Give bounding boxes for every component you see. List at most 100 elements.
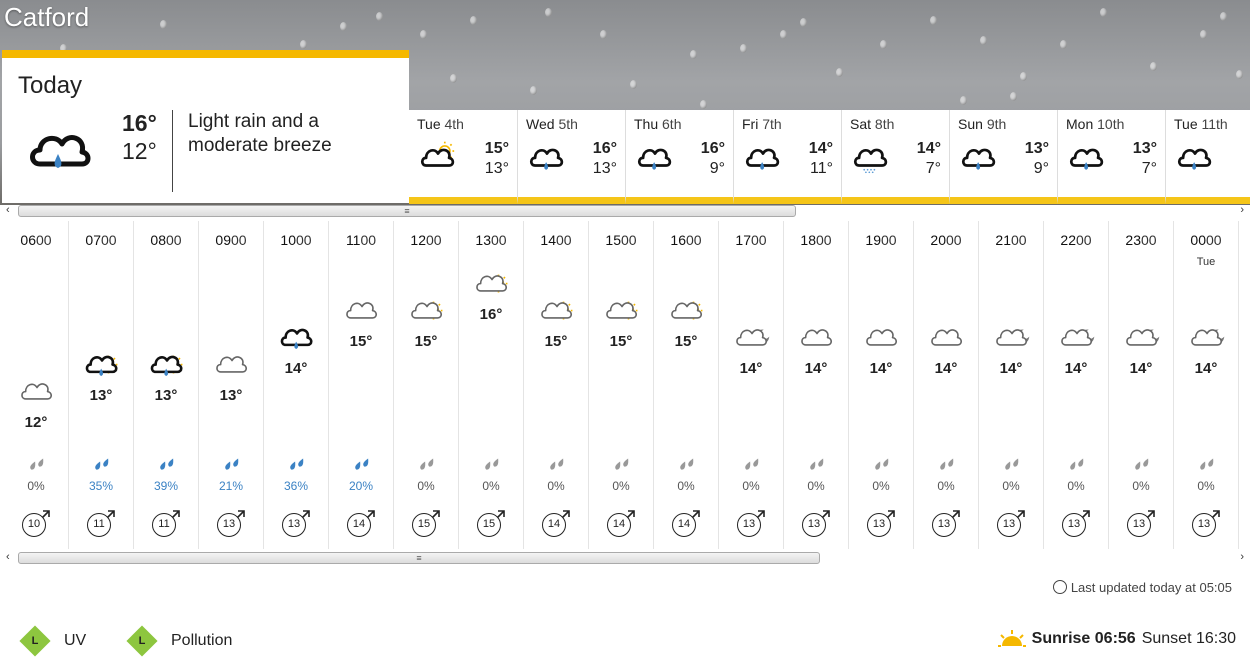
- hour-temperature: 15°: [349, 333, 373, 350]
- hour-time: 0700: [85, 232, 117, 248]
- hour-column[interactable]: 1500 15° 0% 14: [589, 221, 654, 549]
- raindrops-icon: [1005, 458, 1019, 470]
- hour-column[interactable]: 1600 15° 0% 14: [654, 221, 719, 549]
- wind-indicator: 14: [347, 509, 377, 539]
- hour-column[interactable]: 2200 14° 0% 13: [1044, 221, 1109, 549]
- cloud-sun-rain-icon: [84, 354, 120, 382]
- hour-temperature: 15°: [544, 333, 568, 350]
- pollution-indicator[interactable]: L Pollution: [126, 625, 233, 657]
- day-name: Mon 10th: [1066, 116, 1125, 132]
- uv-indicator[interactable]: L UV: [19, 625, 86, 657]
- cloud-sun-icon: [415, 140, 461, 178]
- raindrop-decoration: [420, 30, 427, 39]
- wind-speed: 13: [1192, 513, 1216, 537]
- cloud-moon-icon: [1189, 327, 1225, 355]
- hour-temperature: 15°: [414, 333, 438, 350]
- hour-time: 2200: [1060, 232, 1092, 248]
- raindrop-decoration: [300, 40, 307, 49]
- cloud-rain-icon: [1064, 140, 1110, 178]
- hour-column[interactable]: 0600 12° 0% 10: [4, 221, 69, 549]
- raindrops-icon: [1070, 458, 1084, 470]
- day-high: 13°: [1132, 140, 1157, 157]
- day-tile[interactable]: Mon 10th 13° 7°: [1057, 110, 1165, 204]
- hour-temperature: 14°: [1064, 360, 1088, 377]
- hour-column[interactable]: 1900 14° 0% 13: [849, 221, 914, 549]
- scroll-left-icon[interactable]: ‹: [6, 204, 10, 216]
- hour-column[interactable]: 0700 13° 35% 11: [69, 221, 134, 549]
- wind-speed: 13: [1127, 513, 1151, 537]
- day-tile[interactable]: Sat 8th 14° 7°: [841, 110, 949, 204]
- cloud-rain-icon: [1172, 140, 1218, 178]
- pollution-label: Pollution: [171, 632, 233, 649]
- hour-time: 1200: [410, 232, 442, 248]
- scroll-right-icon[interactable]: ›: [1240, 204, 1244, 216]
- hour-column[interactable]: 1700 14° 0% 13: [719, 221, 784, 549]
- hour-temperature: 14°: [999, 360, 1023, 377]
- hour-column[interactable]: 0000 Tue 14° 0% 13: [1174, 221, 1239, 549]
- raindrops-icon: [420, 458, 434, 470]
- hour-column[interactable]: 2000 14° 0% 13: [914, 221, 979, 549]
- day-tile[interactable]: Thu 6th 16° 9°: [625, 110, 733, 204]
- rain-chance: 0%: [807, 479, 825, 493]
- rain-chance: 0%: [1002, 479, 1020, 493]
- wind-indicator: 13: [802, 509, 832, 539]
- day-name: Tue 11th: [1174, 116, 1228, 132]
- hour-temperature: 13°: [219, 387, 243, 404]
- hour-column[interactable]: 1100 15° 20% 14: [329, 221, 394, 549]
- raindrops-icon: [875, 458, 889, 470]
- hour-column[interactable]: 1800 14° 0% 13: [784, 221, 849, 549]
- wind-indicator: 13: [867, 509, 897, 539]
- today-description: Light rain and a moderate breeze: [188, 111, 332, 156]
- raindrop-decoration: [1150, 62, 1157, 71]
- wind-speed: 13: [867, 513, 891, 537]
- day-tile[interactable]: Tue 4th 15° 13°: [409, 110, 517, 204]
- day-low: 13°: [592, 160, 617, 177]
- hour-column[interactable]: 1200 15° 0% 15: [394, 221, 459, 549]
- raindrop-decoration: [740, 44, 747, 53]
- raindrop-decoration: [450, 74, 457, 83]
- hour-column[interactable]: 0900 13° 21% 13: [199, 221, 264, 549]
- cloud-icon: [19, 381, 55, 409]
- hour-time: 1300: [475, 232, 507, 248]
- raindrop-decoration: [340, 22, 347, 31]
- cloud-rain-icon: [740, 140, 786, 178]
- day-high: 16°: [700, 140, 725, 157]
- hour-column[interactable]: 2100 14° 0% 13: [979, 221, 1044, 549]
- day-tile[interactable]: Sun 9th 13° 9°: [949, 110, 1057, 204]
- hour-column[interactable]: 0800 13° 39% 11: [134, 221, 199, 549]
- hour-temperature: 14°: [934, 360, 958, 377]
- hour-column[interactable]: 1300 16° 0% 15: [459, 221, 524, 549]
- hourly-scrollbar[interactable]: ‹ ≡ ›: [4, 551, 1246, 565]
- day-low: 13°: [484, 160, 509, 177]
- hour-column[interactable]: 1400 15° 0% 14: [524, 221, 589, 549]
- scroll-thumb[interactable]: ≡: [18, 205, 796, 217]
- last-updated-text: Last updated today at 05:05: [1070, 580, 1232, 595]
- raindrop-decoration: [600, 30, 607, 39]
- wind-indicator: 13: [932, 509, 962, 539]
- wind-indicator: 10: [22, 509, 52, 539]
- raindrops-icon: [95, 458, 109, 470]
- cloud-heavy-rain-icon: [30, 135, 91, 168]
- raindrops-icon: [485, 458, 499, 470]
- day-tile[interactable]: Wed 5th 16° 13°: [517, 110, 625, 204]
- raindrops-icon: [355, 458, 369, 470]
- raindrops-icon: [745, 458, 759, 470]
- daily-scrollbar[interactable]: ‹ ≡ ›: [4, 204, 1246, 218]
- rain-chance: 0%: [547, 479, 565, 493]
- hour-column[interactable]: 2300 14° 0% 13: [1109, 221, 1174, 549]
- hour-time: 1100: [345, 232, 377, 248]
- scroll-left-icon[interactable]: ‹: [6, 551, 10, 563]
- rain-chance: 21%: [218, 479, 244, 493]
- cloud-moon-icon: [1124, 327, 1160, 355]
- wind-indicator: 13: [997, 509, 1027, 539]
- scroll-right-icon[interactable]: ›: [1240, 551, 1244, 563]
- rain-chance: 0%: [612, 479, 630, 493]
- day-tile[interactable]: Fri 7th 14° 11°: [733, 110, 841, 204]
- raindrop-decoration: [1010, 92, 1017, 101]
- day-tile[interactable]: Tue 11th 1: [1165, 110, 1250, 204]
- today-panel[interactable]: Today 16° 12° Light rain and a moderate …: [2, 50, 409, 203]
- hour-column[interactable]: 1000 14° 36% 13: [264, 221, 329, 549]
- cloud-sun-icon: [669, 300, 705, 328]
- rain-chance: 0%: [872, 479, 890, 493]
- scroll-thumb[interactable]: ≡: [18, 552, 820, 564]
